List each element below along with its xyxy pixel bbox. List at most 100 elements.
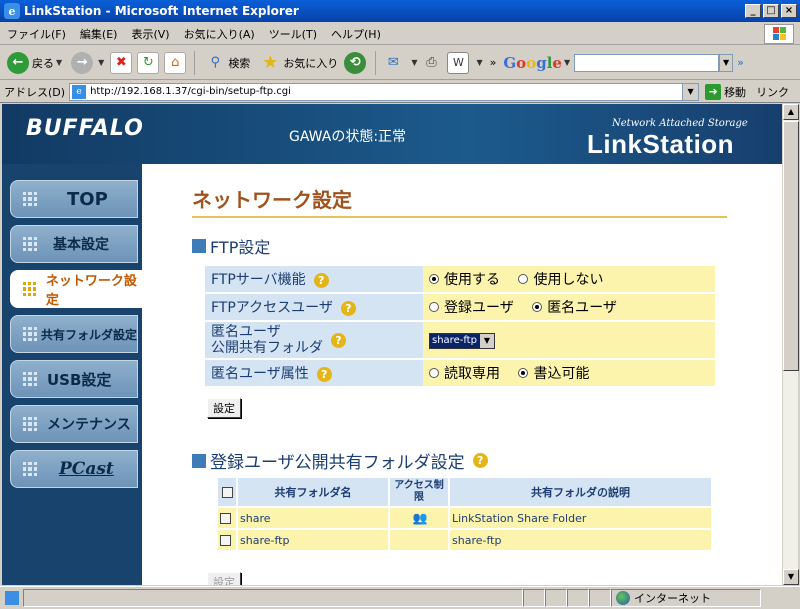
grid-icon	[23, 417, 37, 431]
sidebar-item-basic[interactable]: 基本設定	[10, 225, 138, 263]
ftp-apply-button[interactable]: 設定	[207, 398, 241, 418]
help-icon[interactable]: ?	[331, 332, 346, 348]
home-icon[interactable]: ⌂	[164, 51, 187, 74]
sidebar-item-usb[interactable]: USB設定	[10, 360, 138, 398]
ftp-settings-table: FTPサーバ機能? 使用する 使用しない FTPアクセスユーザ? 登録ユーザ 匿…	[205, 264, 715, 388]
sidebar-item-pcast[interactable]: PCast	[10, 450, 138, 488]
ftp-section-title: FTP設定	[192, 234, 270, 258]
page-title: ネットワーク設定	[192, 184, 727, 218]
select-all-checkbox[interactable]	[221, 487, 233, 498]
ftp-server-on-radio[interactable]: 使用する	[429, 272, 500, 288]
menu-file[interactable]: ファイル(F)	[0, 26, 73, 42]
shares-apply-button[interactable]: 設定	[207, 572, 241, 585]
help-icon[interactable]: ?	[340, 301, 356, 316]
links-button[interactable]: リンク	[756, 84, 789, 100]
select-all-header	[218, 478, 236, 506]
favorites-button[interactable]: ★ お気に入り	[256, 49, 341, 77]
access-cell	[390, 530, 448, 550]
menu-help[interactable]: ヘルプ(H)	[324, 26, 388, 42]
attr-readonly-radio[interactable]: 読取専用	[429, 366, 500, 382]
search-button[interactable]: ⚲ 検索	[201, 49, 253, 77]
row-checkbox[interactable]	[220, 535, 231, 546]
sidebar-item-network[interactable]: ネットワーク設定	[10, 270, 142, 308]
access-anonymous-radio[interactable]: 匿名ユーザ	[532, 300, 617, 316]
sidebar-item-top[interactable]: TOP	[10, 180, 138, 218]
row-select	[218, 508, 236, 528]
row-checkbox[interactable]	[220, 513, 231, 524]
users-icon[interactable]: 👥	[413, 511, 428, 525]
sidebar-item-label: TOP	[67, 188, 108, 210]
minimize-button[interactable]: _	[745, 4, 761, 18]
edit-icon[interactable]: W	[447, 51, 470, 74]
refresh-icon[interactable]: ↻	[137, 51, 160, 74]
radio-checked[interactable]	[532, 302, 543, 312]
ftp-server-off-radio[interactable]: 使用しない	[518, 272, 603, 288]
access-registered-radio[interactable]: 登録ユーザ	[429, 300, 514, 316]
close-button[interactable]: ×	[781, 4, 797, 18]
forward-button[interactable]: → ▼	[68, 49, 107, 77]
sidebar-item-label: ネットワーク設定	[45, 274, 137, 308]
anon-attr-label: 匿名ユーザ属性?	[205, 360, 423, 386]
page-header: BUFFALO GAWAの状態:正常 Network Attached Stor…	[2, 104, 782, 164]
radio-checked[interactable]	[518, 368, 529, 378]
attr-writable-radio[interactable]: 書込可能	[518, 366, 589, 382]
window-title: LinkStation - Microsoft Internet Explore…	[24, 4, 299, 18]
back-label: 戻る	[32, 56, 54, 70]
scroll-down-icon[interactable]: ▼	[783, 569, 799, 585]
page-status-icon	[5, 591, 19, 605]
help-icon[interactable]: ?	[313, 273, 329, 288]
chevron-down-icon: ▼	[479, 333, 494, 348]
page-icon: e	[72, 84, 87, 99]
help-icon[interactable]: ?	[472, 453, 488, 468]
google-logo[interactable]: Google	[503, 54, 562, 72]
stop-icon[interactable]: ✖	[110, 51, 133, 74]
address-label: アドレス(D)	[4, 85, 66, 99]
menu-tools[interactable]: ツール(T)	[262, 26, 324, 42]
help-icon[interactable]: ?	[316, 367, 332, 382]
security-zone: インターネット	[611, 589, 761, 607]
share-name: share-ftp	[238, 530, 388, 550]
address-input[interactable]: e http://192.168.1.37/cgi-bin/setup-ftp.…	[69, 82, 700, 101]
sidebar-item-label: 基本設定	[53, 237, 109, 253]
radio-unchecked[interactable]	[518, 274, 529, 284]
section-marker	[192, 453, 206, 468]
search-icon: ⚲	[210, 55, 221, 70]
windows-logo-icon	[764, 23, 794, 44]
scroll-up-icon[interactable]: ▲	[783, 104, 799, 120]
sidebar: TOP 基本設定 ネットワーク設定 共有フォルダ設定 USB設定 メンテナンス …	[2, 164, 142, 585]
menu-favorites[interactable]: お気に入り(A)	[177, 26, 262, 42]
address-dropdown-icon[interactable]: ▼	[682, 83, 699, 100]
menu-bar: ファイル(F) 編集(E) 表示(V) お気に入り(A) ツール(T) ヘルプ(…	[0, 23, 800, 45]
radio-unchecked[interactable]	[429, 368, 439, 378]
google-search-input[interactable]	[574, 53, 720, 72]
radio-unchecked[interactable]	[429, 302, 439, 312]
go-label: 移動	[724, 85, 747, 99]
forward-arrow-icon: →	[71, 51, 94, 74]
anon-folder-select[interactable]: share-ftp ▼	[429, 332, 495, 349]
status-text	[23, 589, 523, 607]
history-icon[interactable]: ⟲	[344, 51, 367, 74]
col-header-desc: 共有フォルダの説明	[450, 478, 711, 506]
maximize-button[interactable]: □	[763, 4, 779, 18]
ftp-server-label: FTPサーバ機能?	[205, 266, 423, 292]
mail-icon[interactable]: ✉	[382, 52, 404, 74]
row-select	[218, 530, 236, 550]
more-chevron-icon[interactable]: »	[490, 56, 497, 69]
menu-edit[interactable]: 編集(E)	[73, 26, 125, 42]
sidebar-item-shared-folders[interactable]: 共有フォルダ設定	[10, 315, 138, 353]
col-header-access: アクセス制限	[390, 478, 448, 506]
google-toolbar: Google ▼ ▼ »	[503, 53, 744, 72]
back-button[interactable]: ← 戻る ▼	[4, 49, 65, 77]
sidebar-item-maintenance[interactable]: メンテナンス	[10, 405, 138, 443]
menu-view[interactable]: 表示(V)	[124, 26, 176, 42]
go-button[interactable]: ➜ 移動	[705, 83, 747, 100]
scroll-thumb[interactable]	[783, 121, 799, 371]
vertical-scrollbar[interactable]: ▲ ▼	[782, 104, 799, 585]
share-desc: LinkStation Share Folder	[450, 508, 711, 528]
radio-checked[interactable]	[429, 274, 439, 284]
print-icon[interactable]: ⎙	[420, 52, 442, 74]
google-more-icon[interactable]: »	[737, 56, 744, 69]
google-dropdown-icon[interactable]: ▼	[719, 53, 734, 72]
globe-icon	[616, 591, 630, 605]
section-marker	[192, 239, 206, 253]
